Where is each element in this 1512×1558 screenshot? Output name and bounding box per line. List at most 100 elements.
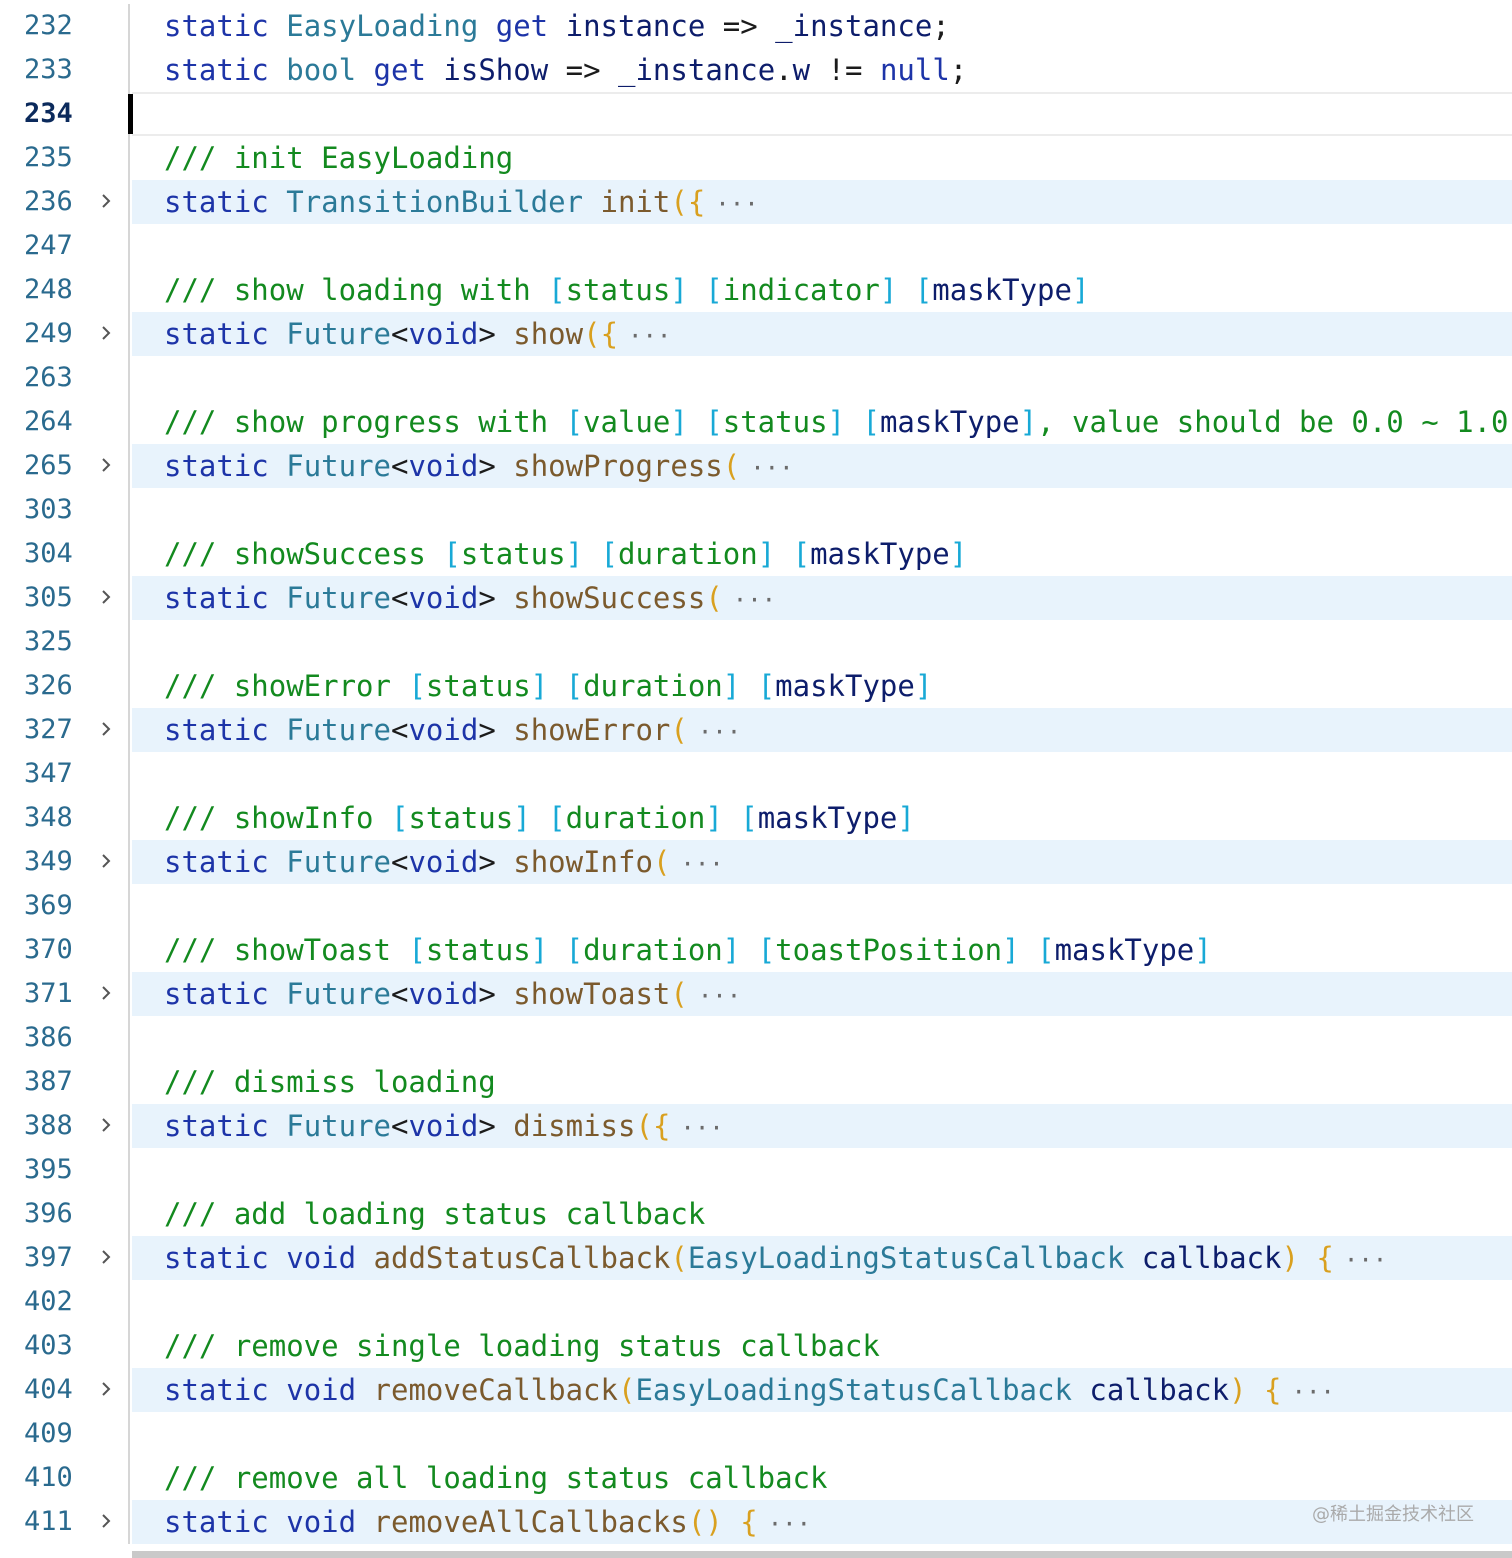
- code-line[interactable]: 248/// show loading with [status] [indic…: [0, 268, 1512, 312]
- code-line[interactable]: 386: [0, 1016, 1512, 1060]
- code-line[interactable]: 371 static Future<void> showToast(···: [0, 972, 1512, 1016]
- code-line[interactable]: 387 /// dismiss loading: [0, 1060, 1512, 1104]
- line-gutter[interactable]: 388: [0, 1104, 130, 1148]
- code-text[interactable]: static bool get isShow => _instance.w !=…: [164, 48, 967, 92]
- fold-ellipsis-button[interactable]: ···: [698, 974, 741, 1018]
- line-gutter[interactable]: 304: [0, 532, 130, 576]
- line-gutter[interactable]: 386: [0, 1016, 130, 1060]
- code-text[interactable]: static Future<void> showInfo(···: [164, 840, 724, 884]
- code-editor[interactable]: 232 static EasyLoading get instance => _i…: [0, 4, 1512, 1544]
- code-line[interactable]: 349 static Future<void> showInfo(···: [0, 840, 1512, 884]
- code-text[interactable]: static TransitionBuilder init({···: [164, 180, 759, 224]
- fold-ellipsis-button[interactable]: ···: [750, 446, 793, 490]
- line-gutter[interactable]: 264: [0, 400, 130, 444]
- code-text[interactable]: static Future<void> dismiss({···: [164, 1104, 724, 1148]
- line-gutter[interactable]: 404: [0, 1368, 130, 1412]
- code-line[interactable]: 395: [0, 1148, 1512, 1192]
- code-text[interactable]: static void removeAllCallbacks() {···: [164, 1500, 811, 1544]
- code-line[interactable]: 409: [0, 1412, 1512, 1456]
- line-gutter[interactable]: 325: [0, 620, 130, 664]
- code-line[interactable]: 234: [0, 92, 1512, 136]
- chevron-right-icon[interactable]: [97, 1512, 115, 1530]
- line-gutter[interactable]: 326: [0, 664, 130, 708]
- code-line[interactable]: 304 /// showSuccess [status] [duration] […: [0, 532, 1512, 576]
- code-text[interactable]: static Future<void> showToast(···: [164, 972, 741, 1016]
- line-gutter[interactable]: 348: [0, 796, 130, 840]
- code-line[interactable]: 348 /// showInfo [status] [duration] [mas…: [0, 796, 1512, 840]
- code-text[interactable]: static Future<void> showError(···: [164, 708, 741, 752]
- code-line[interactable]: 402: [0, 1280, 1512, 1324]
- fold-ellipsis-button[interactable]: ···: [1344, 1238, 1387, 1282]
- code-line[interactable]: 388 static Future<void> dismiss({···: [0, 1104, 1512, 1148]
- line-gutter[interactable]: 234: [0, 92, 130, 136]
- line-gutter[interactable]: 232: [0, 4, 130, 48]
- code-text[interactable]: /// showSuccess [status] [duration] [mas…: [164, 532, 967, 576]
- line-gutter[interactable]: 265: [0, 444, 130, 488]
- line-gutter[interactable]: 395: [0, 1148, 130, 1192]
- code-line[interactable]: 327 static Future<void> showError(···: [0, 708, 1512, 752]
- code-text[interactable]: /// add loading status callback: [164, 1192, 705, 1236]
- chevron-right-icon[interactable]: [97, 1380, 115, 1398]
- chevron-right-icon[interactable]: [97, 852, 115, 870]
- code-line[interactable]: 347: [0, 752, 1512, 796]
- code-text[interactable]: /// showInfo [status] [duration] [maskTy…: [164, 796, 915, 840]
- code-line[interactable]: 397 static void addStatusCallback(EasyLoa…: [0, 1236, 1512, 1280]
- code-text[interactable]: /// remove single loading status callbac…: [164, 1324, 880, 1368]
- fold-ellipsis-button[interactable]: ···: [680, 1106, 723, 1150]
- line-gutter[interactable]: 387: [0, 1060, 130, 1104]
- code-line[interactable]: 370/// showToast [status] [duration] [to…: [0, 928, 1512, 972]
- line-gutter[interactable]: 410: [0, 1456, 130, 1500]
- chevron-right-icon[interactable]: [97, 456, 115, 474]
- code-text[interactable]: static Future<void> show({···: [164, 312, 671, 356]
- code-line[interactable]: 265 static Future<void> showProgress(···: [0, 444, 1512, 488]
- line-gutter[interactable]: 347: [0, 752, 130, 796]
- code-line[interactable]: 236 static TransitionBuilder init({···: [0, 180, 1512, 224]
- fold-ellipsis-button[interactable]: ···: [768, 1502, 811, 1546]
- line-gutter[interactable]: 235: [0, 136, 130, 180]
- code-line[interactable]: 410 /// remove all loading status callbac…: [0, 1456, 1512, 1500]
- fold-ellipsis-button[interactable]: ···: [1292, 1370, 1335, 1414]
- code-text[interactable]: static Future<void> showProgress(···: [164, 444, 794, 488]
- code-line[interactable]: 404 static void removeCallback(EasyLoadin…: [0, 1368, 1512, 1412]
- line-gutter[interactable]: 349: [0, 840, 130, 884]
- code-line[interactable]: 235 /// init EasyLoading: [0, 136, 1512, 180]
- line-gutter[interactable]: 305: [0, 576, 130, 620]
- line-gutter[interactable]: 397: [0, 1236, 130, 1280]
- code-text[interactable]: /// showError [status] [duration] [maskT…: [164, 664, 932, 708]
- chevron-right-icon[interactable]: [97, 192, 115, 210]
- line-gutter[interactable]: 396: [0, 1192, 130, 1236]
- code-text[interactable]: static void removeCallback(EasyLoadingSt…: [164, 1368, 1335, 1412]
- code-text[interactable]: static void addStatusCallback(EasyLoadin…: [164, 1236, 1387, 1280]
- line-gutter[interactable]: 249: [0, 312, 130, 356]
- code-line[interactable]: 411 static void removeAllCallbacks() {···: [0, 1500, 1512, 1544]
- code-line[interactable]: 263: [0, 356, 1512, 400]
- code-text[interactable]: /// show loading with [status] [indicato…: [164, 268, 1089, 312]
- code-line[interactable]: 247: [0, 224, 1512, 268]
- fold-ellipsis-button[interactable]: ···: [715, 182, 758, 226]
- chevron-right-icon[interactable]: [97, 1116, 115, 1134]
- code-line[interactable]: 264 /// show progress with [value] [statu…: [0, 400, 1512, 444]
- chevron-right-icon[interactable]: [97, 720, 115, 738]
- line-gutter[interactable]: 247: [0, 224, 130, 268]
- fold-ellipsis-button[interactable]: ···: [628, 314, 671, 358]
- chevron-right-icon[interactable]: [97, 588, 115, 606]
- chevron-right-icon[interactable]: [97, 984, 115, 1002]
- code-line[interactable]: 233 static bool get isShow => _instance.w…: [0, 48, 1512, 92]
- line-gutter[interactable]: 409: [0, 1412, 130, 1456]
- line-gutter[interactable]: 303: [0, 488, 130, 532]
- code-line[interactable]: 303: [0, 488, 1512, 532]
- line-gutter[interactable]: 233: [0, 48, 130, 92]
- code-line[interactable]: 396 /// add loading status callback: [0, 1192, 1512, 1236]
- fold-ellipsis-button[interactable]: ···: [698, 710, 741, 754]
- fold-ellipsis-button[interactable]: ···: [680, 842, 723, 886]
- code-text[interactable]: /// dismiss loading: [164, 1060, 496, 1104]
- horizontal-scrollbar[interactable]: [132, 1551, 1512, 1558]
- code-text[interactable]: static Future<void> showSuccess(···: [164, 576, 776, 620]
- code-text[interactable]: /// show progress with [value] [status] …: [164, 400, 1512, 444]
- chevron-right-icon[interactable]: [97, 1248, 115, 1266]
- chevron-right-icon[interactable]: [97, 324, 115, 342]
- line-gutter[interactable]: 403: [0, 1324, 130, 1368]
- code-line[interactable]: 325: [0, 620, 1512, 664]
- code-line[interactable]: 305 static Future<void> showSuccess(···: [0, 576, 1512, 620]
- line-gutter[interactable]: 402: [0, 1280, 130, 1324]
